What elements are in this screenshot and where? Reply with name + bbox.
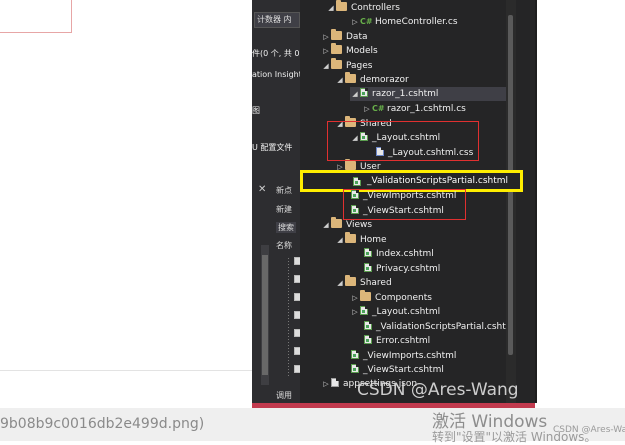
tree-item-views-validation-partial[interactable]: _ValidationScriptsPartial.cshtml [364,320,506,334]
highlight-box-red [343,189,466,220]
folder-icon [331,58,342,69]
tree-item-razor-1[interactable]: ◢ razor_1.cshtml [350,87,506,101]
folder-icon [345,159,356,170]
folder-icon [331,29,342,40]
call-stack-label: 调用 [276,391,292,400]
collapsed-arrow-icon[interactable]: ▷ [350,15,360,29]
collapsed-arrow-icon[interactable]: ▷ [321,44,331,58]
cpu-profile-label: U 配置文件 [252,143,293,152]
divider [0,370,252,371]
watermark-csdn-small: CSDN @Ares-Wang [553,425,625,435]
collapsed-arrow-icon[interactable]: ▷ [321,30,331,44]
watermark-csdn: CSDN @Ares-Wang [357,380,519,400]
events-count-label: 件(0 个, 共 0 [252,49,300,58]
new-button[interactable]: 新建 [276,204,292,215]
tree-item-models[interactable]: ▷ Models [321,43,378,58]
search-box[interactable]: 搜索 [276,222,296,233]
razor-file-icon [353,177,361,186]
name-column-header: 名称 [276,241,292,250]
razor-file-icon [351,364,359,373]
tree-item-homecontroller[interactable]: ▷ C# HomeController.cs [350,15,457,29]
tree-item-views-viewimports[interactable]: _ViewImports.cshtml [351,349,456,363]
tree-guide-line [288,258,289,378]
tree-item-privacy[interactable]: Privacy.cshtml [364,262,440,276]
folder-icon [345,275,356,286]
tree-item-views-home[interactable]: ◢ Home [335,232,387,247]
tree-item-razor-1-cs[interactable]: ▷ C# razor_1.cshtml.cs [362,102,466,116]
razor-file-icon [360,306,368,315]
razor-file-icon [351,350,359,359]
panel-scrollbar-thumb[interactable] [262,255,268,375]
window-edge [535,0,537,403]
tree-item-controllers[interactable]: ◢ Controllers [326,0,400,15]
razor-file-icon [364,335,372,344]
razor-file-icon [364,321,372,330]
expanded-arrow-icon[interactable]: ◢ [335,73,345,87]
tree-item-pages-validation-partial[interactable]: _ValidationScriptsPartial.cshtml [367,176,508,186]
razor-file-icon [364,248,372,257]
app-insights-label: ation Insight [252,70,300,79]
blog-editor-area [0,0,252,441]
razor-file-icon [360,88,368,97]
folder-icon [345,232,356,243]
highlight-box-red [327,121,479,161]
expanded-arrow-icon[interactable]: ◢ [335,276,345,290]
tree-item-pages[interactable]: ◢ Pages [321,58,372,73]
json-file-icon [331,378,339,387]
collapsed-arrow-icon[interactable]: ▷ [362,102,372,116]
title-input[interactable] [0,0,72,33]
collapsed-arrow-icon[interactable]: ▷ [321,377,331,391]
tree-item-views-viewstart[interactable]: _ViewStart.cshtml [351,363,444,377]
tree-item-components[interactable]: ▷ Components [350,290,432,305]
expanded-arrow-icon[interactable]: ◢ [350,87,360,101]
tree-item-demorazor[interactable]: ◢ demorazor [335,72,409,87]
collapsed-arrow-icon[interactable]: ▷ [350,291,360,305]
folder-icon [336,0,347,11]
close-icon[interactable]: ✕ [258,184,266,195]
expanded-arrow-icon[interactable]: ◢ [326,1,336,15]
tree-item-views-layout[interactable]: ▷ _Layout.cshtml [350,305,440,319]
folder-icon [331,217,342,228]
tree-item-views-shared[interactable]: ◢ Shared [335,275,392,290]
expanded-arrow-icon[interactable]: ◢ [321,218,331,232]
collapsed-arrow-icon[interactable]: ▷ [350,305,360,319]
new-breakpoint-label: 新点 [276,186,292,195]
folder-icon [360,290,371,301]
tree-item-index[interactable]: Index.cshtml [364,247,434,261]
tree-item-views[interactable]: ◢ Views [321,217,372,232]
tab-counters[interactable]: 计数器 内 [254,12,300,28]
csharp-file-icon: C# [372,104,385,113]
folder-icon [331,43,342,54]
csharp-file-icon: C# [360,17,373,26]
image-filename-text: 9b08b9c0016db2e499d.png) [0,416,205,432]
expanded-arrow-icon[interactable]: ◢ [321,59,331,73]
razor-file-icon [364,263,372,272]
expanded-arrow-icon[interactable]: ◢ [335,233,345,247]
tree-item-error[interactable]: Error.cshtml [364,334,430,348]
graph-label: 图 [252,106,260,115]
tree-item-data[interactable]: ▷ Data [321,29,368,44]
folder-icon [345,72,356,83]
